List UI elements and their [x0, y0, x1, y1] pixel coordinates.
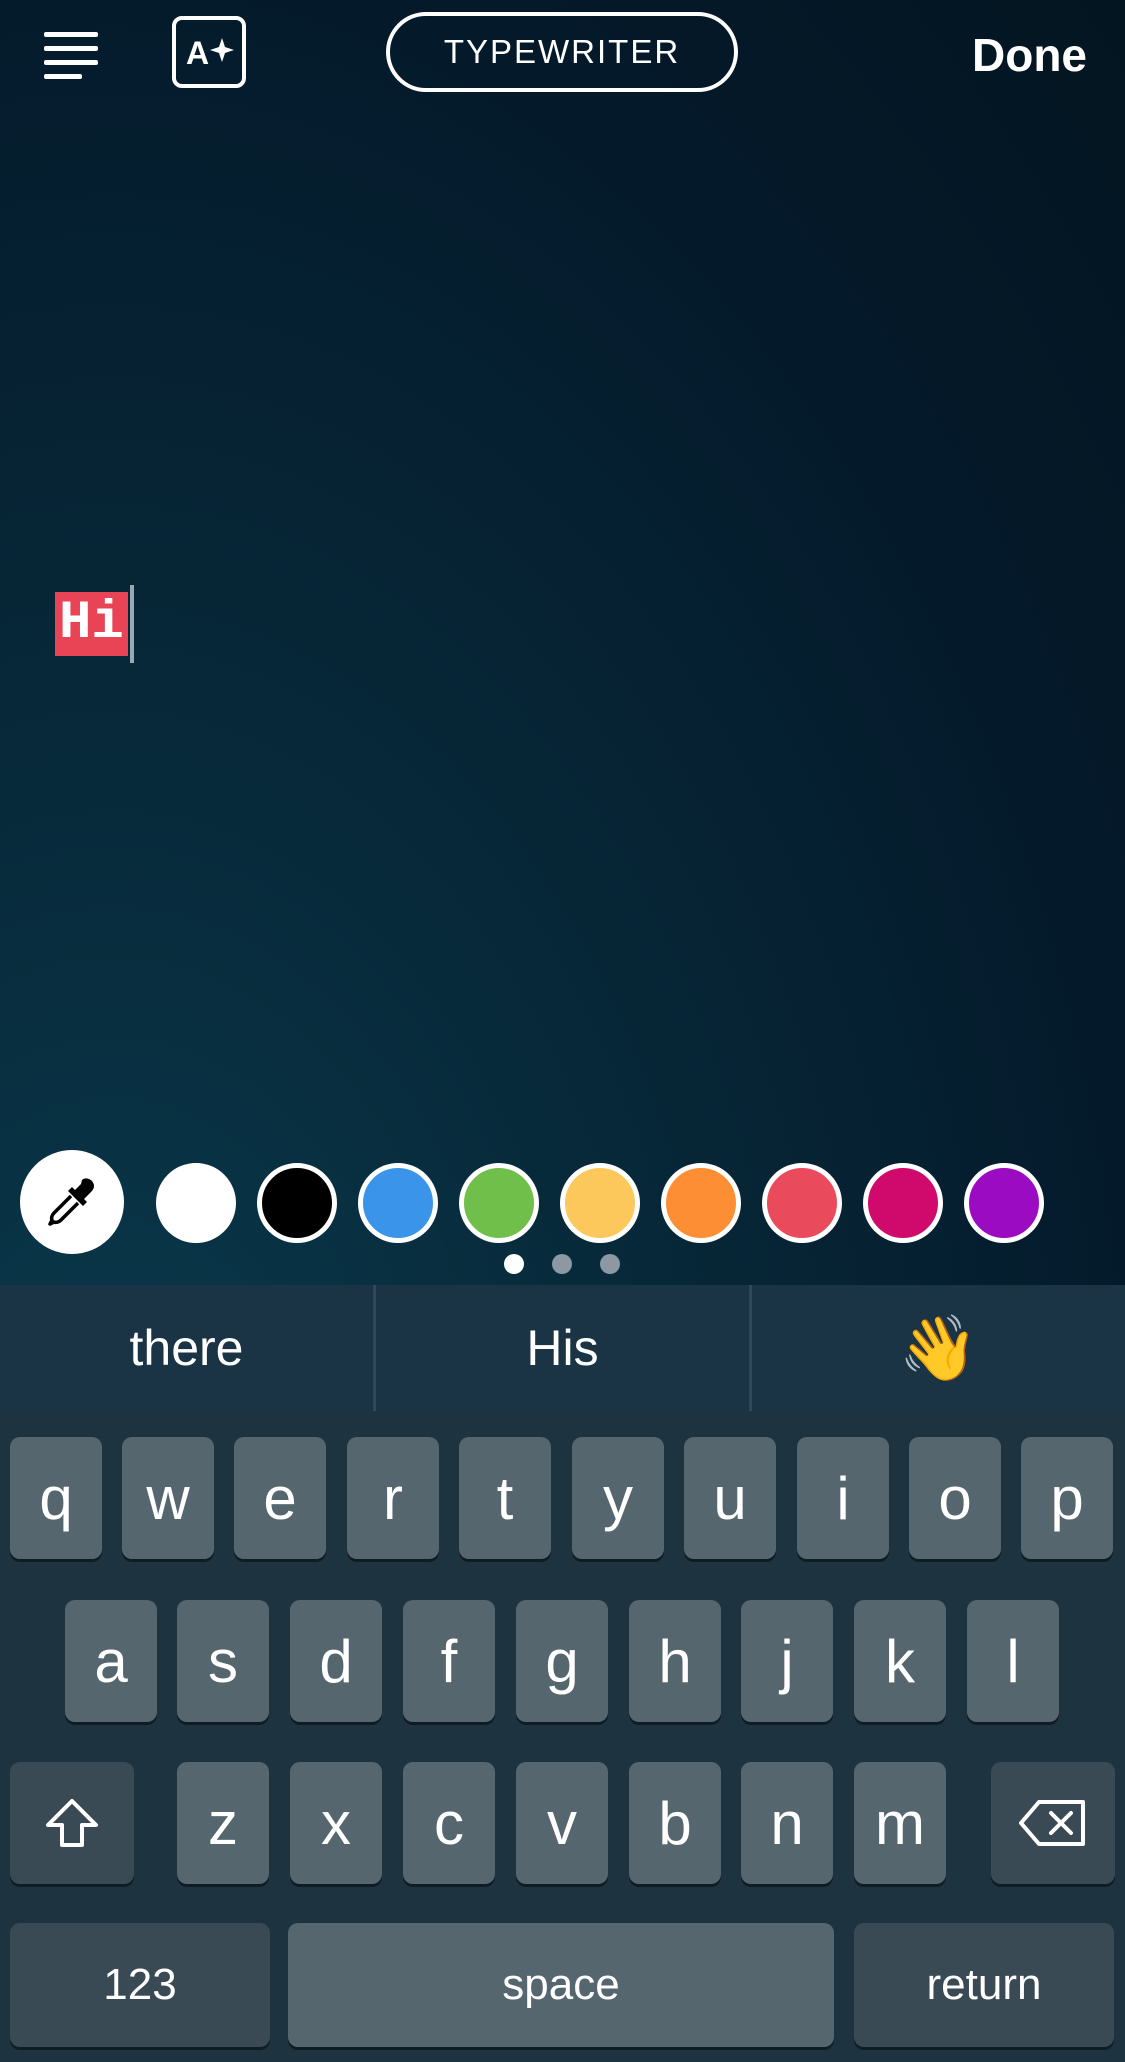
- predictive-bar: there His 👋: [0, 1285, 1125, 1411]
- key-l[interactable]: l: [967, 1600, 1059, 1722]
- font-style-label: TYPEWRITER: [443, 33, 681, 70]
- eyedropper-button[interactable]: [20, 1150, 124, 1254]
- color-swatch-magenta[interactable]: [863, 1163, 943, 1243]
- numbers-key[interactable]: 123: [10, 1923, 270, 2047]
- color-swatch-green[interactable]: [459, 1163, 539, 1243]
- key-q[interactable]: q: [10, 1437, 102, 1559]
- key-g[interactable]: g: [516, 1600, 608, 1722]
- palette-page-indicator: [0, 1254, 1125, 1274]
- key-m[interactable]: m: [854, 1762, 946, 1884]
- page-dot[interactable]: [504, 1254, 524, 1274]
- align-line: [44, 32, 98, 37]
- suggestion-item[interactable]: there: [0, 1285, 373, 1411]
- page-dot[interactable]: [552, 1254, 572, 1274]
- key-b[interactable]: b: [629, 1762, 721, 1884]
- key-x[interactable]: x: [290, 1762, 382, 1884]
- key-j[interactable]: j: [741, 1600, 833, 1722]
- key-y[interactable]: y: [572, 1437, 664, 1559]
- key-i[interactable]: i: [797, 1437, 889, 1559]
- color-swatch-purple[interactable]: [964, 1163, 1044, 1243]
- key-d[interactable]: d: [290, 1600, 382, 1722]
- text-cursor: [129, 585, 134, 663]
- return-key[interactable]: return: [854, 1923, 1114, 2047]
- color-swatch-black[interactable]: [257, 1163, 337, 1243]
- key-n[interactable]: n: [741, 1762, 833, 1884]
- key-w[interactable]: w: [122, 1437, 214, 1559]
- key-h[interactable]: h: [629, 1600, 721, 1722]
- text-align-button[interactable]: [38, 28, 108, 86]
- backspace-icon: [1019, 1800, 1085, 1846]
- svg-text:A: A: [186, 35, 209, 71]
- align-line: [44, 60, 98, 65]
- color-swatch-blue[interactable]: [358, 1163, 438, 1243]
- page-dot[interactable]: [600, 1254, 620, 1274]
- text-effects-sparkle-icon: A: [186, 35, 234, 71]
- align-line: [44, 74, 82, 79]
- key-s[interactable]: s: [177, 1600, 269, 1722]
- text-canvas[interactable]: Hi: [55, 585, 134, 663]
- color-swatch-white[interactable]: [156, 1163, 236, 1243]
- story-text[interactable]: Hi: [55, 592, 128, 656]
- key-z[interactable]: z: [177, 1762, 269, 1884]
- key-e[interactable]: e: [234, 1437, 326, 1559]
- key-u[interactable]: u: [684, 1437, 776, 1559]
- done-button[interactable]: Done: [972, 28, 1087, 82]
- eyedropper-icon: [48, 1178, 94, 1226]
- color-swatch-yellow[interactable]: [560, 1163, 640, 1243]
- key-t[interactable]: t: [459, 1437, 551, 1559]
- key-o[interactable]: o: [909, 1437, 1001, 1559]
- top-toolbar: A TYPEWRITER Done: [0, 0, 1125, 110]
- key-v[interactable]: v: [516, 1762, 608, 1884]
- color-swatch-orange[interactable]: [661, 1163, 741, 1243]
- key-p[interactable]: p: [1021, 1437, 1113, 1559]
- suggestion-item[interactable]: His: [376, 1285, 749, 1411]
- backspace-key[interactable]: [991, 1762, 1115, 1884]
- suggestion-emoji[interactable]: 👋: [752, 1285, 1125, 1411]
- key-f[interactable]: f: [403, 1600, 495, 1722]
- key-c[interactable]: c: [403, 1762, 495, 1884]
- color-swatch-red[interactable]: [762, 1163, 842, 1243]
- align-line: [44, 46, 98, 51]
- shift-key[interactable]: [10, 1762, 134, 1884]
- shift-icon: [46, 1799, 98, 1847]
- key-a[interactable]: a: [65, 1600, 157, 1722]
- keyboard: q w e r t y u i o p a s d f g h j k l z …: [0, 1411, 1125, 2062]
- key-r[interactable]: r: [347, 1437, 439, 1559]
- text-effects-button[interactable]: A: [172, 16, 246, 88]
- font-style-button[interactable]: TYPEWRITER: [386, 12, 738, 92]
- space-key[interactable]: space: [288, 1923, 834, 2047]
- key-k[interactable]: k: [854, 1600, 946, 1722]
